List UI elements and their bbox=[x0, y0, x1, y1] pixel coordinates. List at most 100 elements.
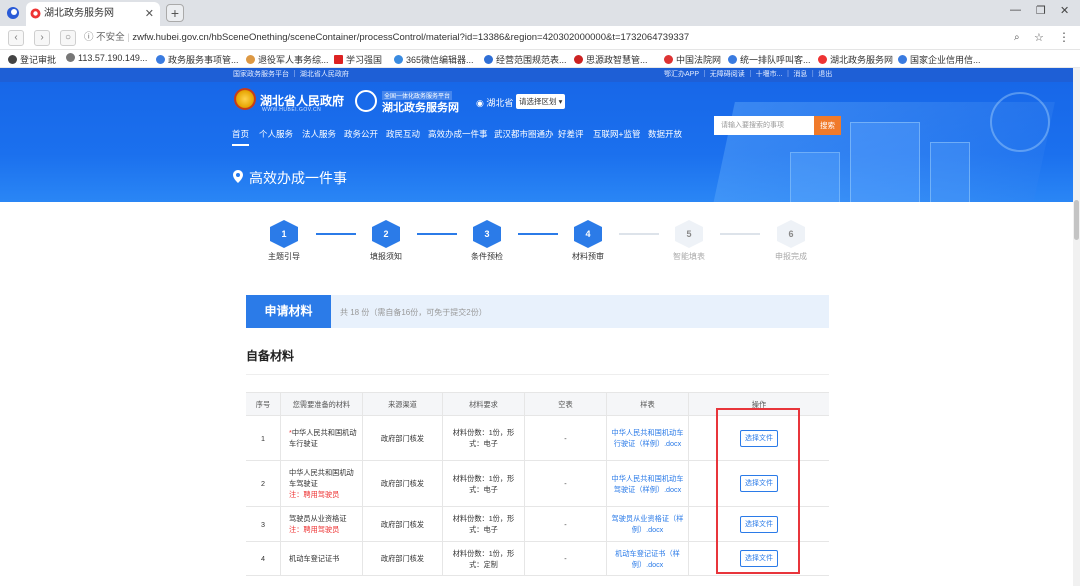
material-note: 注：聘用驾驶员 bbox=[289, 490, 340, 499]
bookmark-item[interactable]: 国家企业信用信... bbox=[898, 53, 981, 66]
bookmark-item[interactable]: 经营范围规范表... bbox=[484, 53, 567, 66]
bookmark-item[interactable]: 113.57.190.149... bbox=[66, 53, 147, 63]
minimize-icon[interactable]: — bbox=[1010, 4, 1021, 16]
sample-link[interactable]: 机动车登记证书（样例）.docx bbox=[606, 542, 688, 575]
row-number: 4 bbox=[261, 554, 265, 563]
materials-tab[interactable]: 申请材料 bbox=[246, 295, 331, 328]
step-connector bbox=[518, 233, 558, 235]
sample-link[interactable]: 中华人民共和国机动车行驶证（样例）.docx bbox=[606, 416, 688, 460]
requirement-cell: 材料份数：1份，形式：电子 bbox=[442, 416, 524, 460]
banner-building bbox=[850, 122, 920, 202]
star-icon[interactable]: ☆ bbox=[1034, 31, 1044, 44]
menu-icon[interactable]: ⋮ bbox=[1058, 30, 1070, 44]
new-tab-button[interactable]: + bbox=[166, 4, 184, 22]
page-scrollbar[interactable] bbox=[1073, 68, 1080, 586]
source-cell: 政府部门核发 bbox=[362, 542, 442, 575]
sample-link[interactable]: 驾驶员从业资格证（样例）.docx bbox=[606, 507, 688, 541]
nav-item[interactable]: 政民互动 bbox=[386, 128, 420, 140]
sample-link[interactable]: 中华人民共和国机动车驾驶证（样例）.docx bbox=[606, 461, 688, 506]
step-6: 6 bbox=[777, 220, 805, 248]
step-4: 4 bbox=[574, 220, 602, 248]
location-icon: ◉ bbox=[476, 98, 484, 108]
nav-item[interactable]: 政务公开 bbox=[344, 128, 378, 140]
nav-item[interactable]: 法人服务 bbox=[302, 128, 336, 140]
material-name-cell: *中华人民共和国机动车行驶证 bbox=[280, 416, 362, 460]
bookmark-item[interactable]: 思源政智慧管... bbox=[574, 53, 648, 66]
step-connector bbox=[417, 233, 457, 235]
browser-tab-bar: 湖北政务服务网 ✕ + — ❐ ✕ bbox=[0, 0, 1080, 26]
step-connector bbox=[720, 233, 760, 235]
info-icon: ⓘ bbox=[84, 32, 94, 43]
bookmark-item[interactable]: 学习强国 bbox=[334, 53, 382, 66]
header-cell: 样表 bbox=[606, 393, 688, 415]
caret-down-icon: ▾ bbox=[558, 97, 563, 106]
blank-form-cell: - bbox=[524, 542, 606, 575]
source-cell: 政府部门核发 bbox=[362, 416, 442, 460]
section-title: 自备材料 bbox=[246, 349, 295, 363]
back-button[interactable]: ‹ bbox=[8, 30, 24, 46]
step-connector bbox=[619, 233, 659, 235]
region-province: ◉ 湖北省 bbox=[476, 98, 514, 108]
site-top-strip: 国家政务服务平台 ｜ 湖北省人民政府 鄂汇办APP ｜ 无障碍阅读 ｜ 十堰市.… bbox=[0, 68, 1080, 82]
search-input[interactable]: 请输入要搜索的事项 bbox=[714, 116, 814, 135]
bookmark-item[interactable]: 365微信编辑器... bbox=[394, 53, 474, 66]
top-left-links[interactable]: 国家政务服务平台 ｜ 湖北省人民政府 bbox=[233, 68, 349, 82]
header-cell: 来源渠道 bbox=[362, 393, 442, 415]
material-name: *中华人民共和国机动车行驶证 bbox=[289, 428, 357, 448]
nav-item[interactable]: 武汉都市圈通办 bbox=[494, 128, 554, 140]
bookmark-item[interactable]: 登记审批 bbox=[8, 53, 56, 66]
row-number: 2 bbox=[261, 479, 265, 488]
reload-button[interactable]: ○ bbox=[60, 30, 76, 46]
bookmark-item[interactable]: 政务服务事项管... bbox=[156, 53, 239, 66]
material-name-cell: 中华人民共和国机动车驾驶证 注：聘用驾驶员 bbox=[280, 461, 362, 506]
top-right-links[interactable]: 鄂汇办APP ｜ 无障碍阅读 ｜ 十堰市... ｜ 消息 ｜ 退出 bbox=[664, 68, 832, 82]
nav-item[interactable]: 个人服务 bbox=[259, 128, 293, 140]
close-window-icon[interactable]: ✕ bbox=[1060, 4, 1069, 17]
service-title[interactable]: 湖北政务服务网 bbox=[382, 99, 459, 115]
tab-close-icon[interactable]: ✕ bbox=[145, 2, 154, 26]
address-bar[interactable]: ⓘ 不安全 | zwfw.hubei.gov.cn/hbSceneOnethin… bbox=[84, 29, 1024, 47]
requirement-cell: 材料份数：1份，形式：电子 bbox=[442, 507, 524, 541]
bookmark-item[interactable]: 退役军人事务综... bbox=[246, 53, 329, 66]
forward-button[interactable]: › bbox=[34, 30, 50, 46]
browser-logo-icon bbox=[7, 7, 19, 19]
bookmark-icon bbox=[574, 55, 583, 64]
bookmark-icon bbox=[728, 55, 737, 64]
bookmark-item[interactable]: 统一排队呼叫客... bbox=[728, 53, 811, 66]
step-label: 主题引导 bbox=[268, 252, 300, 261]
nav-item-home[interactable]: 首页 bbox=[232, 128, 250, 146]
scrollbar-thumb[interactable] bbox=[1074, 200, 1079, 240]
material-name-cell: 驾驶员从业资格证 注：聘用驾驶员 bbox=[280, 507, 362, 541]
materials-count: 共 18 份（需自备16份，可免于提交2份） bbox=[340, 308, 487, 317]
material-note: 注：聘用驾驶员 bbox=[289, 525, 340, 534]
divider bbox=[246, 374, 829, 375]
banner-building bbox=[790, 152, 840, 202]
nav-item[interactable]: 好差评 bbox=[558, 128, 584, 140]
zoom-icon[interactable]: ⌕ bbox=[1014, 32, 1020, 43]
nav-item[interactable]: 互联网+监管 bbox=[593, 128, 640, 140]
step-label: 申报完成 bbox=[775, 252, 807, 261]
region-select[interactable]: 请选择区划 ▾ bbox=[516, 94, 566, 109]
search-button[interactable]: 搜索 bbox=[814, 116, 841, 135]
bookmark-icon bbox=[394, 55, 403, 64]
row-number: 3 bbox=[261, 519, 265, 529]
restore-icon[interactable]: ❐ bbox=[1036, 4, 1046, 17]
bookmark-icon bbox=[484, 55, 493, 64]
browser-tab[interactable]: 湖北政务服务网 ✕ bbox=[26, 2, 160, 26]
step-1: 1 bbox=[270, 220, 298, 248]
step-label: 材料预审 bbox=[572, 252, 604, 261]
header-cell: 序号 bbox=[246, 393, 280, 415]
bookmark-item[interactable]: 湖北政务服务网 bbox=[818, 53, 893, 66]
nav-item[interactable]: 高效办成一件事 bbox=[428, 128, 488, 140]
nav-item[interactable]: 数据开放 bbox=[648, 128, 682, 140]
material-name: 中华人民共和国机动车驾驶证 bbox=[289, 468, 354, 488]
national-emblem-icon bbox=[234, 88, 256, 110]
requirement-cell: 材料份数：1份，形式：电子 bbox=[442, 461, 524, 506]
header-cell: 材料要求 bbox=[442, 393, 524, 415]
row-number: 1 bbox=[261, 433, 265, 443]
bookmark-item[interactable]: 中国法院网 bbox=[664, 53, 721, 66]
material-name: 驾驶员从业资格证 bbox=[289, 514, 347, 523]
step-5: 5 bbox=[675, 220, 703, 248]
header-cell: 空表 bbox=[524, 393, 606, 415]
bookmark-icon bbox=[818, 55, 827, 64]
